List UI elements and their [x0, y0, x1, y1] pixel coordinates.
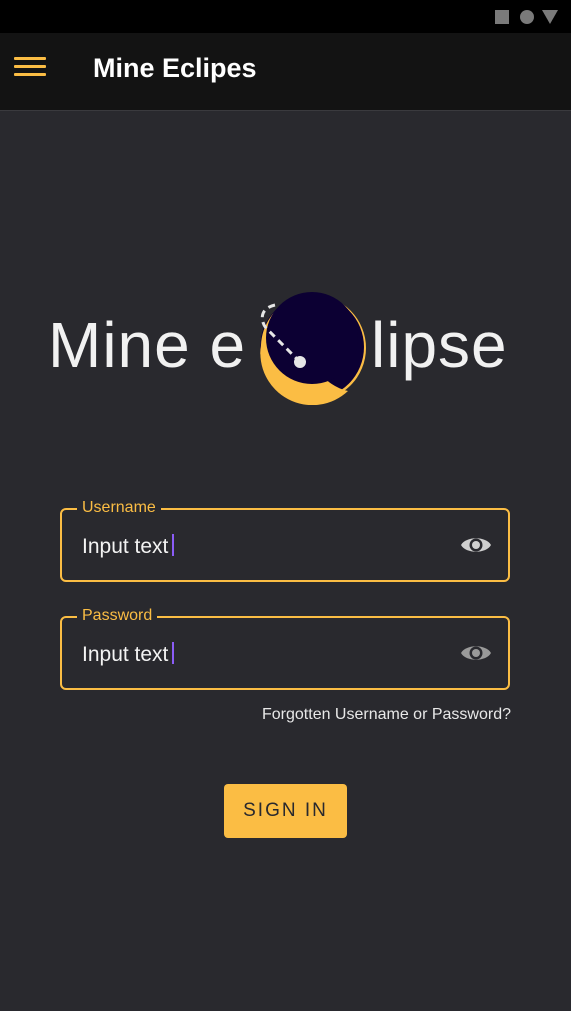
forgot-credentials-link[interactable]: Forgotten Username or Password? [262, 706, 511, 724]
username-input[interactable]: Input text [82, 534, 175, 560]
square-icon [495, 10, 509, 24]
text-caret [172, 642, 175, 664]
eye-icon[interactable] [460, 533, 492, 557]
triangle-icon [542, 10, 558, 24]
hamburger-menu-icon[interactable] [14, 57, 47, 81]
app-title: Mine Eclipes [93, 53, 257, 83]
eclipse-moon-icon [260, 292, 366, 405]
circle-icon [520, 10, 534, 24]
sign-in-button[interactable]: SIGN IN [224, 784, 347, 838]
text-caret [172, 534, 175, 556]
logo: Mine e lipse [48, 285, 518, 415]
logo-text-right: lipse [371, 309, 508, 381]
status-bar [0, 0, 571, 33]
password-input[interactable]: Input text [82, 642, 175, 668]
username-field[interactable]: Username Input text [60, 498, 510, 582]
app-bar: Mine Eclipes [0, 33, 571, 111]
eye-icon[interactable] [460, 641, 492, 665]
logo-text-left: Mine e [48, 309, 247, 381]
password-field[interactable]: Password Input text [60, 606, 510, 690]
username-label: Username [77, 498, 161, 518]
password-label: Password [77, 606, 158, 626]
